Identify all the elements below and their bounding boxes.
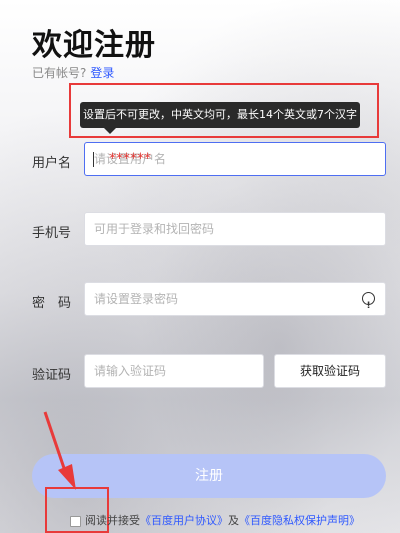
agreement-prefix: 阅读并接受 bbox=[85, 514, 140, 527]
username-label: 用户名 bbox=[32, 156, 72, 171]
agreement-row: 阅读并接受《百度用户协议》及《百度隐私权保护声明》 bbox=[70, 512, 360, 528]
password-info-icon[interactable] bbox=[362, 290, 375, 322]
phone-label: 手机号 bbox=[32, 226, 72, 241]
login-link[interactable]: 登录 bbox=[90, 66, 114, 80]
phone-placeholder: 可用于登录和找回密码 bbox=[94, 222, 215, 236]
get-code-button[interactable]: 获取验证码 bbox=[274, 354, 386, 388]
privacy-policy-link[interactable]: 《百度隐私权保护声明》 bbox=[239, 514, 360, 527]
code-field[interactable]: 请输入验证码 bbox=[84, 354, 264, 388]
password-field[interactable]: 请设置登录密码 bbox=[84, 282, 386, 322]
phone-field[interactable]: 可用于登录和找回密码 bbox=[84, 212, 386, 246]
text-caret bbox=[93, 152, 94, 167]
password-label: 密 码 bbox=[32, 296, 72, 311]
page-title: 欢迎注册 bbox=[32, 28, 156, 63]
tooltip-arrow bbox=[104, 128, 116, 134]
code-label: 验证码 bbox=[32, 368, 72, 383]
username-tooltip: 设置后不可更改，中英文均可，最长14个英文或7个汉字 bbox=[80, 102, 360, 128]
agreement-checkbox[interactable] bbox=[70, 515, 81, 527]
code-placeholder: 请输入验证码 bbox=[94, 364, 167, 378]
user-agreement-link[interactable]: 《百度用户协议》 bbox=[140, 514, 228, 527]
login-prompt: 已有帐号? bbox=[32, 66, 87, 80]
agreement-middle: 及 bbox=[228, 514, 239, 527]
username-masked-value: ****** bbox=[109, 151, 151, 167]
login-prompt-row: 已有帐号? 登录 bbox=[32, 64, 114, 81]
password-placeholder: 请设置登录密码 bbox=[94, 292, 179, 306]
username-field[interactable]: 请设置用户名 ****** bbox=[84, 142, 386, 176]
